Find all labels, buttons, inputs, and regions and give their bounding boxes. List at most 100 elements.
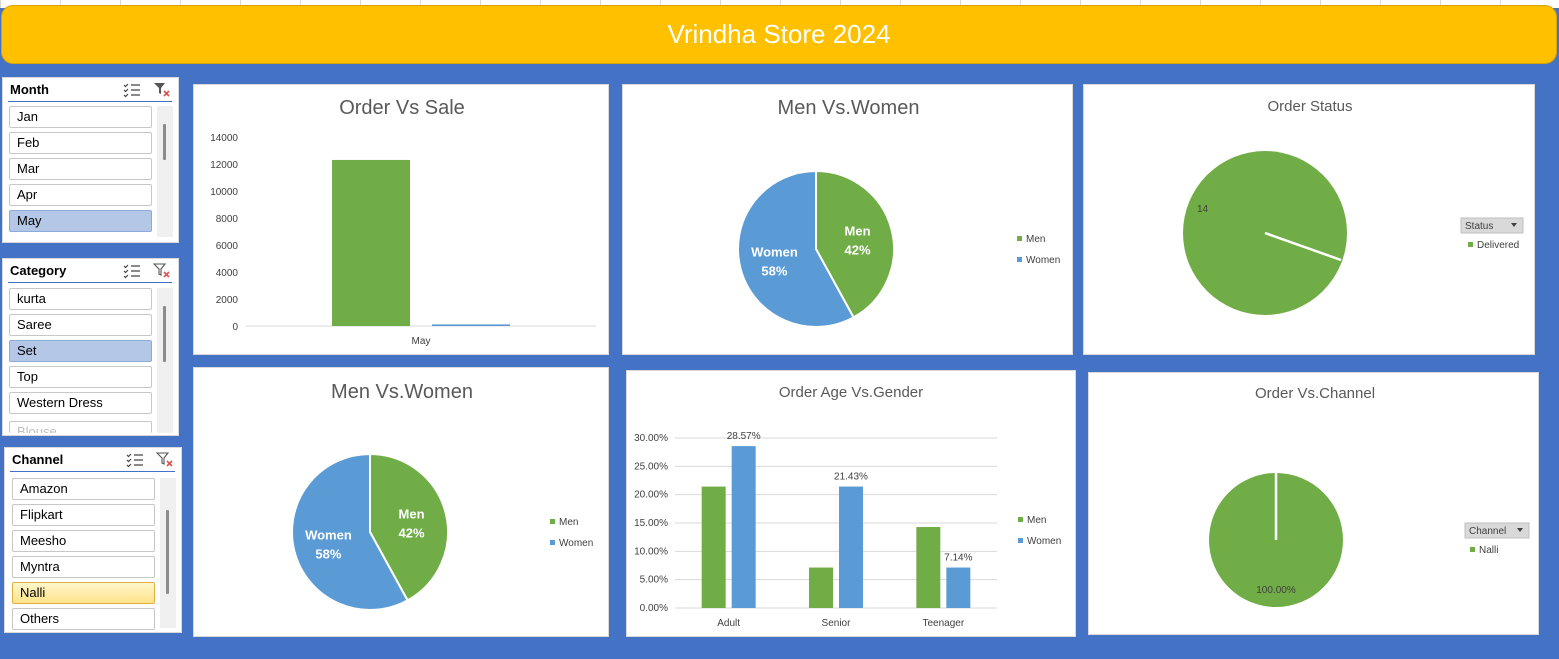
bar	[916, 527, 941, 608]
pie-data-label: 14	[1197, 204, 1209, 215]
slicer-item-flipkart[interactable]: Flipkart	[12, 504, 155, 526]
multi-select-icon[interactable]	[122, 262, 142, 280]
bar-data-label: 28.57%	[727, 431, 761, 442]
men-vs-women-svg-top: Men Vs.Women Men 42% Women 58% Men Women	[737, 97, 1060, 328]
scrollbar-thumb[interactable]	[163, 306, 166, 362]
category-slicer-title: Category	[10, 263, 67, 278]
slicer-item-others[interactable]: Others	[12, 608, 155, 630]
slicer-item-apr[interactable]: Apr	[9, 184, 152, 206]
slicer-item-top[interactable]: Top	[9, 366, 152, 388]
order-status-chart[interactable]: Order Status 14 Status Delivered	[1083, 84, 1535, 355]
pie-data-label: 58%	[761, 264, 787, 279]
field-filter-label: Status	[1465, 221, 1493, 232]
y-tick-label: 4000	[216, 268, 239, 279]
multi-select-icon[interactable]	[125, 451, 145, 469]
legend-label: Nalli	[1479, 545, 1498, 556]
men-vs-women-chart-bottom[interactable]: Men Vs.Women Men 42% Women 58% Men Women	[193, 367, 609, 637]
scrollbar-thumb[interactable]	[163, 124, 166, 160]
channel-slicer-title: Channel	[12, 452, 64, 467]
category-slicer-header: Category	[8, 259, 172, 283]
pie-data-label: Men	[845, 223, 871, 238]
slicer-item-set[interactable]: Set	[9, 340, 152, 362]
scrollbar-thumb[interactable]	[166, 510, 169, 594]
legend-swatch	[1017, 257, 1022, 262]
bar	[332, 159, 410, 326]
clear-filter-icon[interactable]	[152, 81, 172, 99]
pie-data-label: Men	[399, 506, 425, 521]
x-tick-label: Teenager	[922, 618, 964, 629]
month-slicer-title: Month	[10, 82, 49, 97]
slicer-item-may[interactable]: May	[9, 210, 152, 232]
legend-swatch	[1468, 242, 1473, 247]
y-tick-label: 10000	[210, 187, 238, 198]
slicer-item-feb[interactable]: Feb	[9, 132, 152, 154]
chart-title: Order Age Vs.Gender	[779, 384, 923, 401]
order-vs-channel-chart[interactable]: Order Vs.Channel 100.00% Channel Nalli	[1088, 372, 1539, 635]
slicer-item-western-dress[interactable]: Western Dress	[9, 392, 152, 414]
channel-slicer-header: Channel	[10, 448, 175, 472]
pie-data-label: 42%	[399, 525, 425, 540]
y-tick-label: 20.00%	[634, 490, 668, 501]
category-scrollbar[interactable]	[157, 288, 173, 433]
bar	[839, 486, 863, 608]
order-vs-channel-svg: Order Vs.Channel 100.00% Channel Nalli	[1209, 385, 1530, 607]
bar	[701, 486, 726, 608]
y-tick-label: 0	[232, 322, 238, 333]
bar	[809, 567, 833, 608]
y-tick-label: 6000	[216, 241, 239, 252]
pie-data-label: Women	[305, 528, 352, 543]
category-slicer[interactable]: Category kurta Saree Set Top Western Dre…	[2, 258, 179, 436]
chart-title: Order Status	[1267, 98, 1352, 115]
legend-label: Men	[1027, 515, 1046, 526]
slicer-item-blouse[interactable]: Blouse	[9, 421, 152, 433]
bar-data-label: 7.14%	[944, 553, 972, 564]
slicer-item-meesho[interactable]: Meesho	[12, 530, 155, 552]
bar	[731, 446, 756, 608]
month-scrollbar[interactable]	[157, 106, 173, 237]
order-vs-sale-svg: Order Vs Sale 0 2000 4000 6000 8000 10000 12000…	[210, 97, 596, 347]
slicer-item-myntra[interactable]: Myntra	[12, 556, 155, 578]
legend-swatch	[1018, 517, 1023, 522]
month-slicer-header: Month	[8, 78, 172, 102]
x-tick-label: May	[412, 336, 431, 347]
x-tick-label: Adult	[717, 618, 740, 629]
pie-data-label: Women	[751, 245, 798, 260]
channel-slicer[interactable]: Channel Amazon Flipkart Meesho Myntra Na…	[4, 447, 182, 633]
order-age-gender-chart[interactable]: Order Age Vs.Gender 0.00% 5.00% 10.00% 15.00…	[626, 370, 1076, 637]
y-tick-label: 14000	[210, 133, 238, 144]
legend-label: Delivered	[1477, 240, 1519, 251]
chart-title: Men Vs.Women	[331, 381, 473, 403]
y-tick-label: 10.00%	[634, 546, 668, 557]
order-age-gender-svg: Order Age Vs.Gender 0.00% 5.00% 10.00% 15.00…	[634, 384, 1061, 629]
men-vs-women-chart-top[interactable]: Men Vs.Women Men 42% Women 58% Men Women	[622, 84, 1073, 355]
legend-swatch	[550, 540, 555, 545]
month-slicer[interactable]: Month Jan Feb Mar Apr May	[2, 77, 179, 243]
pie-data-label: 100.00%	[1256, 585, 1296, 596]
y-tick-label: 12000	[210, 160, 238, 171]
slicer-item-amazon[interactable]: Amazon	[12, 478, 155, 500]
y-tick-label: 2000	[216, 295, 239, 306]
y-tick-label: 5.00%	[640, 575, 668, 586]
dashboard-title: Vrindha Store 2024	[1, 5, 1557, 64]
pie-data-label: 42%	[845, 242, 871, 257]
y-tick-label: 15.00%	[634, 518, 668, 529]
clear-filter-icon[interactable]	[152, 262, 172, 280]
chart-title: Men Vs.Women	[778, 97, 920, 119]
channel-scrollbar[interactable]	[160, 478, 176, 628]
order-status-svg: Order Status 14 Status Delivered	[1183, 98, 1524, 315]
order-vs-sale-chart[interactable]: Order Vs Sale 0 2000 4000 6000 8000 10000 12000…	[193, 84, 609, 355]
multi-select-icon[interactable]	[122, 81, 142, 99]
legend-label: Women	[1027, 536, 1061, 547]
legend-swatch	[1017, 236, 1022, 241]
legend-label: Men	[559, 517, 578, 528]
clear-filter-icon[interactable]	[155, 451, 175, 469]
slicer-item-kurta[interactable]: kurta	[9, 288, 152, 310]
slicer-item-jan[interactable]: Jan	[9, 106, 152, 128]
legend-swatch	[1018, 538, 1023, 543]
slicer-item-saree[interactable]: Saree	[9, 314, 152, 336]
slicer-item-nalli[interactable]: Nalli	[12, 582, 155, 604]
men-vs-women-svg-bottom: Men Vs.Women Men 42% Women 58% Men Women	[291, 381, 593, 611]
legend-label: Women	[559, 538, 593, 549]
slicer-item-mar[interactable]: Mar	[9, 158, 152, 180]
bar	[432, 324, 510, 326]
